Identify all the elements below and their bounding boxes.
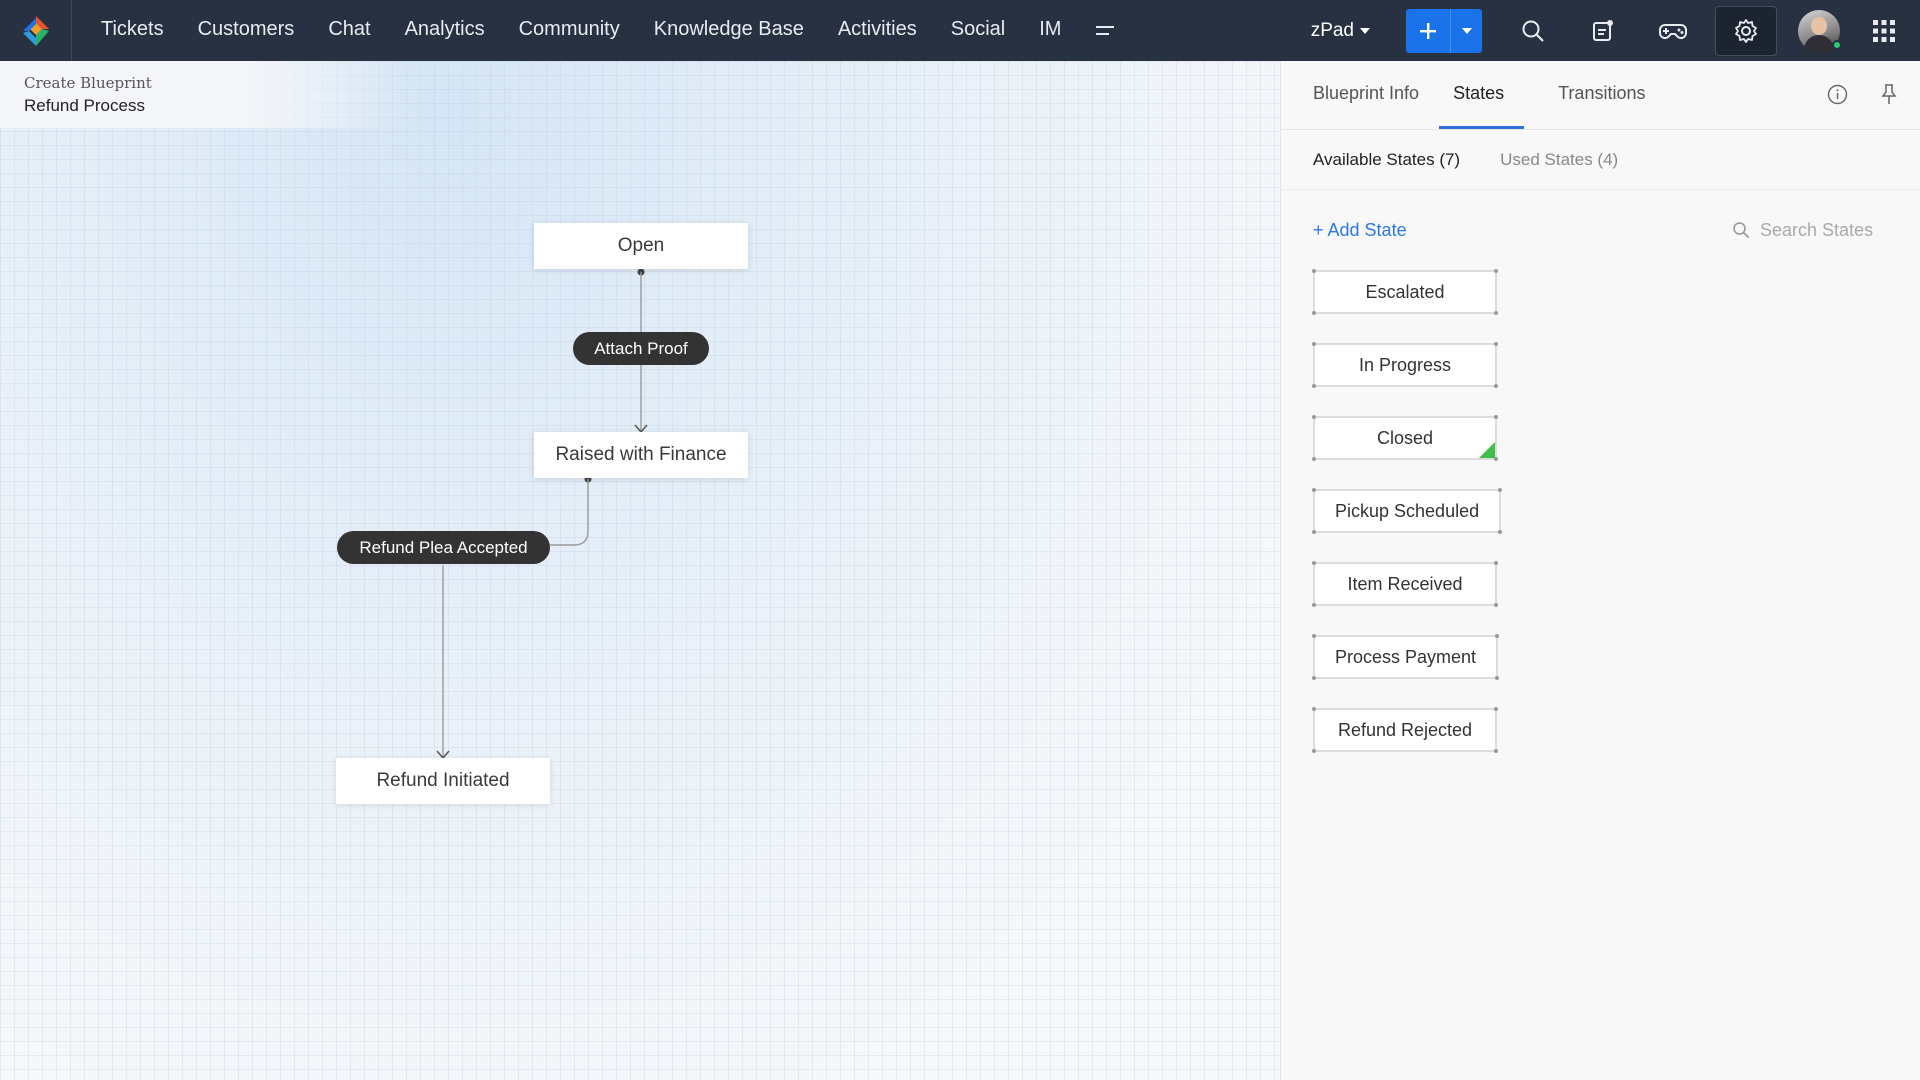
settings-button[interactable] [1715,5,1777,56]
apps-grid-button[interactable] [1854,0,1914,61]
info-icon [1827,84,1847,104]
online-status-indicator [1832,39,1842,50]
nav-activities[interactable]: Activities [821,0,934,61]
state-item-label: Pickup Scheduled [1335,500,1480,521]
add-dropdown-button[interactable] [1450,8,1482,53]
nav-customers[interactable]: Customers [181,0,312,61]
add-button[interactable] [1406,8,1450,53]
state-subtabs: Available States (7) Used States (4) [1281,130,1920,190]
state-item-refund-rejected[interactable]: Refund Rejected [1312,707,1498,753]
app-logo[interactable] [0,0,72,61]
nav-tickets[interactable]: Tickets [84,0,181,61]
state-item-label: Closed [1376,427,1434,448]
caret-down-icon [1461,27,1472,34]
panel-tabs: Blueprint Info States Transitions [1281,61,1920,130]
state-item-in-progress[interactable]: In Progress [1312,342,1498,388]
arrow-head [436,750,450,760]
search-icon [1733,222,1750,239]
available-states-list: Escalated In Progress Closed Pickup Sche… [1281,269,1920,781]
connector-line [550,479,589,546]
avatar-body [1804,34,1834,52]
nav-chat[interactable]: Chat [311,0,387,61]
more-menu-icon[interactable] [1078,0,1134,61]
flow-connectors [436,268,648,760]
gamepad-icon [1659,23,1687,39]
nav-analytics[interactable]: Analytics [388,0,502,61]
apps-grid-icon [1873,19,1895,42]
logo-icon [22,15,49,46]
state-item-escalated[interactable]: Escalated [1312,269,1498,315]
breadcrumb: Create Blueprint Refund Process [0,61,400,128]
arrow-head [634,424,648,434]
flow-state-raised-with-finance[interactable]: Raised with Finance [534,432,748,478]
add-state-link[interactable]: + Add State [1313,220,1407,241]
subtab-available-states[interactable]: Available States (7) [1313,150,1460,170]
state-item-pickup-scheduled[interactable]: Pickup Scheduled [1312,488,1503,534]
subtab-used-states[interactable]: Used States (4) [1500,150,1618,170]
nav-community[interactable]: Community [502,0,637,61]
gear-icon [1735,18,1757,43]
states-panel: Blueprint Info States Transitions Availa… [1280,61,1920,1080]
nav-im[interactable]: IM [1022,0,1078,61]
breadcrumb-parent[interactable]: Create Blueprint [24,74,376,92]
new-item-group [1406,8,1482,53]
flow-transition-refund-plea-accepted[interactable]: Refund Plea Accepted [337,531,550,564]
department-label: zPad [1310,19,1354,41]
plus-icon [1420,22,1436,39]
state-item-process-payment[interactable]: Process Payment [1312,634,1500,680]
page-title: Refund Process [24,96,145,115]
panel-tab-icons [1826,83,1900,105]
state-item-label: Process Payment [1335,646,1477,667]
state-item-label: Item Received [1347,573,1463,594]
nav-social[interactable]: Social [934,0,1022,61]
search-states [1732,219,1890,241]
connector-dot [637,268,645,276]
tab-transitions[interactable]: Transitions [1558,83,1645,129]
search-icon [1522,20,1544,42]
states-actions: + Add State [1281,190,1920,270]
state-item-label: Escalated [1365,281,1445,302]
game-button[interactable] [1645,0,1701,61]
state-item-item-received[interactable]: Item Received [1312,561,1498,607]
pin-button[interactable] [1878,83,1900,105]
notes-button[interactable] [1575,0,1631,61]
search-states-input[interactable] [1760,219,1890,241]
state-item-closed[interactable]: Closed [1312,415,1498,461]
search-button[interactable] [1505,0,1561,61]
state-item-label: In Progress [1358,354,1452,375]
top-navigation-bar: Tickets Customers Chat Analytics Communi… [0,0,1920,61]
main-nav: Tickets Customers Chat Analytics Communi… [72,0,1134,61]
pin-icon [1881,84,1897,104]
flow-state-refund-initiated[interactable]: Refund Initiated [336,758,550,804]
flow-transition-attach-proof[interactable]: Attach Proof [573,332,709,365]
tab-states[interactable]: States [1439,83,1525,129]
notes-icon [1593,19,1613,41]
blueprint-canvas[interactable]: Create Blueprint Refund Process Open Att… [0,61,1280,1080]
tab-blueprint-info[interactable]: Blueprint Info [1313,83,1419,129]
user-avatar[interactable] [1798,9,1842,52]
info-button[interactable] [1826,83,1848,105]
nav-knowledge-base[interactable]: Knowledge Base [637,0,821,61]
flow-state-open[interactable]: Open [534,223,748,269]
department-switcher[interactable]: zPad [1311,20,1370,42]
topbar-right: zPad [1311,0,1920,61]
avatar-face [1811,16,1827,35]
caret-down-icon [1360,27,1370,34]
closed-state-marker [1479,442,1495,458]
state-item-label: Refund Rejected [1337,719,1473,740]
